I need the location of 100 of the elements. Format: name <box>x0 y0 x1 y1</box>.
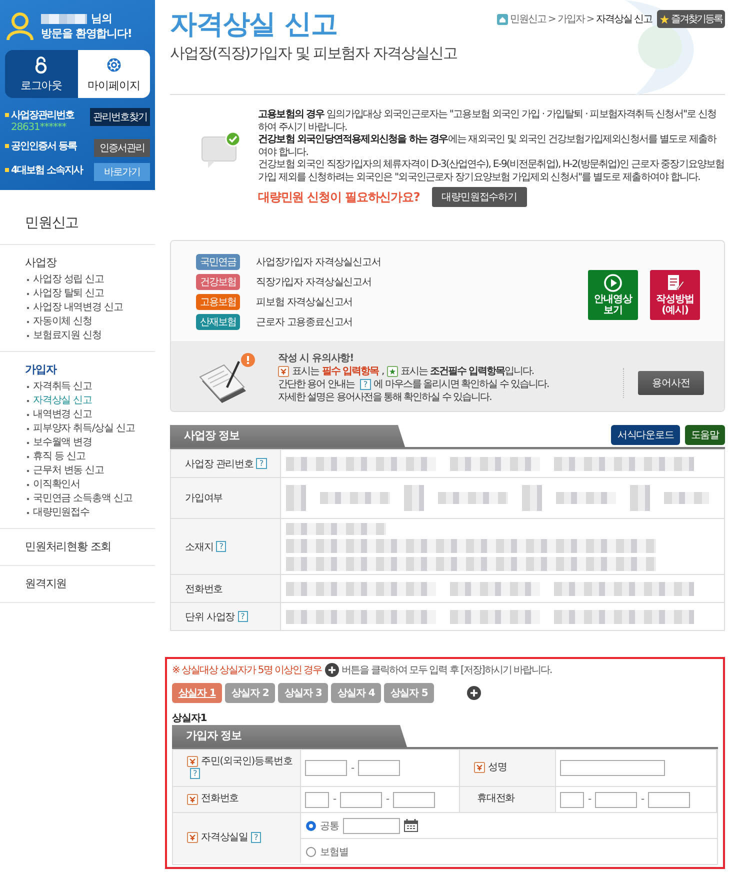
notice-text: 건강보험 외국인당연적용제외신청을 하는 경우에는 재외국인 및 외국인 건강보험가입제외신청서를 별도로 제출하여야 합니다. <box>258 134 718 159</box>
my-page-button[interactable]: 마이페이지 <box>78 50 150 98</box>
blurred-text <box>522 485 542 511</box>
guide-video-button[interactable]: 안내영상 보기 <box>588 270 638 320</box>
insurance-tag: 건강보험 <box>196 274 240 290</box>
nav-section-link[interactable]: 사업장 <box>25 255 155 270</box>
bulk-question: 대량민원 신청이 필요하신가요? <box>258 188 420 206</box>
help-button[interactable]: ? <box>216 541 226 552</box>
welcome-text: 방문을 환영합니다! <box>41 26 132 41</box>
nav-section-link[interactable]: 가입자 <box>25 362 155 377</box>
nav-item[interactable]: 피부양자 취득/상실 신고 <box>33 422 135 436</box>
field-label: 전화번호 <box>185 582 223 596</box>
nav-item[interactable]: 사업장 탈퇴 신고 <box>33 287 104 301</box>
nav-item[interactable]: 자격취득 신고 <box>33 380 92 394</box>
breadcrumb-link[interactable]: 가입자 <box>557 12 584 26</box>
conditional-icon <box>386 366 398 376</box>
glossary-button[interactable]: 용어사전 <box>638 371 704 395</box>
field-label: 전화번호 <box>201 793 239 804</box>
calendar-icon[interactable] <box>404 819 418 832</box>
form-link[interactable]: 근로자 고용종료신고서 <box>256 315 353 329</box>
insurance-tag: 고용보험 <box>196 294 240 310</box>
caution-text: 에 마우스를 올리시면 확인하실 수 있습니다. <box>374 378 549 390</box>
nav-item[interactable]: 보수월액 변경 <box>33 436 92 450</box>
nav-item[interactable]: 휴직 등 신고 <box>33 450 86 464</box>
bullet-icon <box>5 113 9 117</box>
nav-item[interactable]: 국민연금 소득총액 신고 <box>33 492 132 506</box>
page-subtitle: 사업장(직장)가입자 및 피보험자 자격상실신고 <box>170 44 458 63</box>
blurred-text <box>630 485 650 511</box>
field-label: 휴대전화 <box>477 793 515 804</box>
nav-item[interactable]: 사업장 내역변경 신고 <box>33 301 123 315</box>
bulk-request-button[interactable]: 대량민원접수하기 <box>432 187 527 207</box>
blurred-text <box>41 14 87 24</box>
nav-item[interactable]: 내역변경 신고 <box>33 408 92 422</box>
form-link[interactable]: 직장가입자 자격상실신고서 <box>256 275 372 289</box>
alert-text: ※ 상실대상 상실자가 5명 이상인 경우 <box>172 664 322 677</box>
field-label: 가입여부 <box>185 492 223 505</box>
help-button[interactable]: ? <box>251 832 262 844</box>
radio-button[interactable] <box>306 820 316 830</box>
notice-text: 고용보험의 경우 임의가입대상 외국인근로자는 "고용보험 외국인 가입 · 가입탈퇴 · 피보험자격취득 신청서"로 신청하여 주시기 바랍니다. <box>258 109 718 134</box>
help-button[interactable]: ? <box>256 458 267 469</box>
nav-section-link[interactable]: 원격지원 <box>25 576 155 591</box>
nav-item[interactable]: 이직확인서 <box>33 478 80 492</box>
writing-guide-button[interactable]: 작성방법 (예시) <box>650 270 700 320</box>
user-icon <box>5 11 35 41</box>
greeting-text: 님의 <box>91 11 112 26</box>
document-pen-icon <box>666 274 684 292</box>
home-icon[interactable] <box>497 14 508 24</box>
input-field[interactable] <box>358 760 400 776</box>
help-guide-button[interactable]: 도움말 <box>684 425 725 445</box>
input-field[interactable] <box>393 792 436 808</box>
nav-item[interactable]: 보험료지원 신청 <box>33 329 102 343</box>
help-button[interactable]: ? <box>238 611 248 622</box>
caution-title: 작성 시 유의사항! <box>278 352 355 364</box>
input-field[interactable] <box>305 760 347 776</box>
separator-text: - <box>641 794 644 805</box>
field-label: 주민(외국인)등록번호 <box>201 756 292 767</box>
caution-text: 표시는 <box>292 364 319 378</box>
form-link[interactable]: 사업장가입자 자격상실신고서 <box>256 255 381 269</box>
nav-item[interactable]: 자격상실 신고 <box>33 394 92 408</box>
input-field[interactable] <box>305 792 329 808</box>
link-button[interactable]: 관리번호찾기 <box>90 108 150 126</box>
input-field[interactable] <box>648 792 690 808</box>
breadcrumb-link[interactable]: 민원신고 <box>510 12 546 26</box>
person-title: 상실자1 <box>172 712 208 725</box>
blurred-text <box>438 492 508 504</box>
separator-text: - <box>588 794 592 805</box>
input-field[interactable] <box>560 760 665 776</box>
nav-title: 민원신고 <box>0 190 155 245</box>
input-field[interactable] <box>595 792 638 808</box>
nav-item[interactable]: 대량민원접수 <box>33 506 90 520</box>
logout-button[interactable]: 로그아웃 <box>5 50 78 98</box>
insurance-tag: 국민연금 <box>196 254 240 270</box>
field-label: 사업장 관리번호 <box>185 458 254 470</box>
page-title: 자격상실 신고 <box>170 8 338 42</box>
link-button[interactable]: 인증서관리 <box>94 139 150 157</box>
input-field[interactable] <box>560 792 584 808</box>
play-icon <box>604 274 622 292</box>
form-download-button[interactable]: 서식다운로드 <box>611 425 680 445</box>
nav-section-link[interactable]: 민원처리현황 조회 <box>25 539 155 554</box>
separator-text: - <box>333 794 336 805</box>
breadcrumb-link[interactable]: 자격상실 신고 <box>596 12 652 26</box>
business-number: 28631****** <box>10 122 68 133</box>
add-button[interactable] <box>467 686 481 700</box>
blurred-text <box>286 485 306 511</box>
nav-item[interactable]: 근무처 변동 신고 <box>33 464 104 478</box>
help-button[interactable]: ? <box>190 768 200 780</box>
bullet-icon <box>5 144 9 148</box>
nav-item[interactable]: 사업장 성립 신고 <box>33 273 104 287</box>
help-button[interactable]: ? <box>360 378 371 390</box>
link-label: 사업장관리번호 <box>11 109 74 122</box>
input-field[interactable] <box>340 792 382 808</box>
separator-text: - <box>386 794 390 805</box>
bookmark-button[interactable]: 즐겨찾기등록 <box>657 10 725 28</box>
section-header: 사업장 정보 <box>170 425 405 447</box>
radio-button[interactable] <box>306 846 316 856</box>
date-field[interactable] <box>342 818 400 834</box>
form-link[interactable]: 피보험 자격상실신고서 <box>256 295 353 309</box>
nav-item[interactable]: 자동이체 신청 <box>33 315 92 329</box>
notice-text: 건강보험 외국인 직장가입자의 체류자격이 D-3(산업연수), E-9(비전문취업), H-2(방문취업)인 근로자 중장기요양보험 가입 제외를 신청하려는 외국인은 "외국인근로자 장기요양보험 가입제외 신청서"를 별도로 제출하여야 합니다. <box>258 159 725 184</box>
plus-icon <box>324 663 339 677</box>
